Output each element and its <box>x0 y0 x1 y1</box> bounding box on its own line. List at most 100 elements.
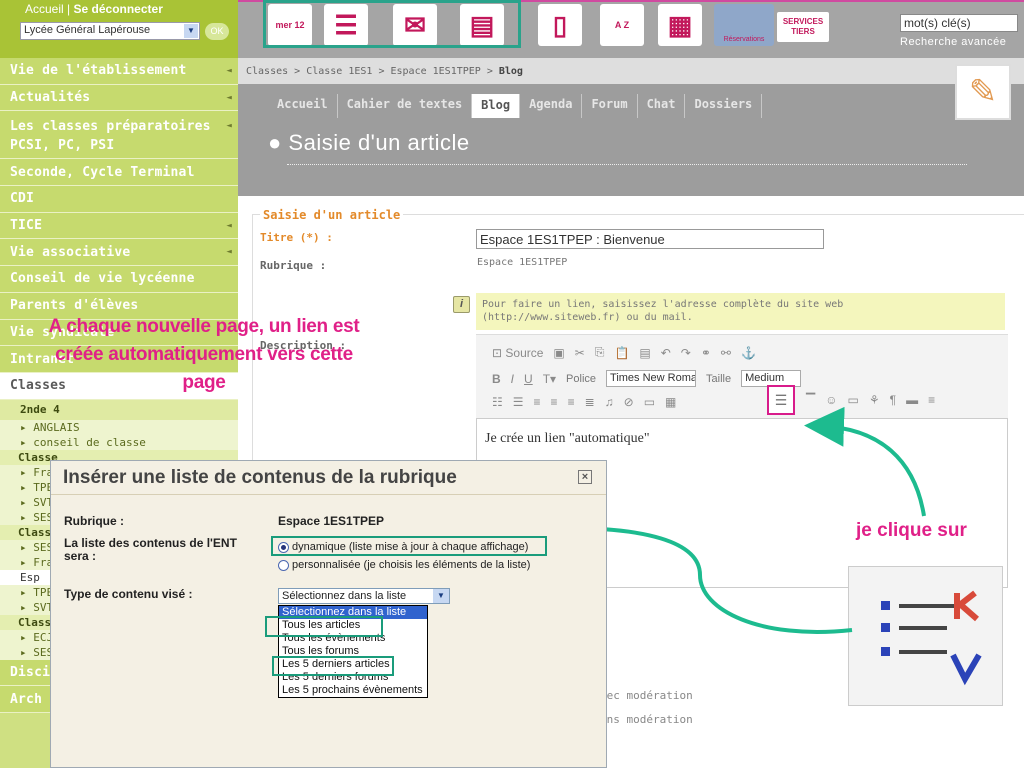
logout-link[interactable]: Se déconnecter <box>74 2 163 16</box>
content-list-icon-zoom <box>848 566 1003 706</box>
caret-left-icon: ◄ <box>226 65 232 76</box>
template-icon[interactable]: ▬ <box>906 393 918 407</box>
nav-item-actualites[interactable]: Actualités ◄ <box>0 84 238 112</box>
smiley-icon[interactable]: ☺ <box>825 393 837 407</box>
close-icon[interactable]: × <box>578 470 592 484</box>
source-label: Source <box>505 345 544 360</box>
services-tiers-button[interactable]: SERVICES TIERS <box>777 12 829 42</box>
align-center-icon[interactable]: ≡ <box>551 395 558 409</box>
nav-label: Actualités <box>10 90 91 106</box>
bullet-list-icon[interactable]: ☰ <box>513 395 524 409</box>
copy-icon[interactable]: ⎘ <box>595 345 605 360</box>
nav-item-cdi[interactable]: CDI <box>0 186 238 213</box>
cahier-icon[interactable]: ▦ <box>658 4 702 46</box>
accueil-link[interactable]: Accueil <box>25 2 64 16</box>
caret-left-icon: ◄ <box>226 92 232 103</box>
nav-item-seconde[interactable]: Seconde, Cycle Terminal <box>0 159 238 187</box>
nav-item-classes-preparatoires[interactable]: Les classes préparatoires PCSI, PC, PSI ◄ <box>0 111 238 160</box>
advanced-search-link[interactable]: Recherche avancée <box>900 36 1006 48</box>
toolbar-row-2: B I U T▾ Police Times New Roma Taille Me… <box>492 370 802 387</box>
paste-word-icon[interactable]: ▤ <box>639 346 650 360</box>
align-left-icon[interactable]: ≡ <box>534 395 541 409</box>
reservations-icon[interactable]: Réservations <box>714 4 774 46</box>
icon-highlight-frame <box>263 0 521 48</box>
flash-icon[interactable]: ⊘ <box>624 395 634 409</box>
dialog-liste-label: La liste des contenus de l'ENT sera : <box>64 536 237 563</box>
nav-item-vie-associative[interactable]: Vie associative ◄ <box>0 239 238 267</box>
horizontal-rule-icon[interactable]: ▔ <box>806 393 815 407</box>
ordered-list-icon[interactable]: ☷ <box>492 395 503 409</box>
bold-icon[interactable]: B <box>492 372 501 386</box>
tab-forum[interactable]: Forum <box>582 94 638 118</box>
paste-icon[interactable]: 📋 <box>614 346 629 360</box>
nav-label: Seconde, Cycle Terminal <box>10 164 195 180</box>
police-label: Police <box>566 372 597 385</box>
font-family-select[interactable]: Times New Roma <box>606 370 697 387</box>
sub-conseil[interactable]: ▸ conseil de classe <box>0 434 238 450</box>
school-select-value: Lycée Général Lapérouse <box>24 24 151 36</box>
moderation-option-text: ans modération <box>600 713 693 726</box>
nav-label: Disci <box>10 664 51 680</box>
link-icon[interactable]: ⚭ <box>701 346 711 360</box>
nav-item-vie-etablissement[interactable]: Vie de l'établissement ◄ <box>0 58 238 85</box>
moderation-option-text: vec modération <box>600 689 693 702</box>
special-char-icon[interactable]: ⚘ <box>869 393 880 407</box>
page-title-text: Saisie d'un article <box>288 130 470 155</box>
tab-blog[interactable]: Blog <box>472 94 521 118</box>
nav-label: Arch <box>10 691 43 707</box>
folder-glyph: ▯ <box>552 9 568 40</box>
titre-input[interactable] <box>476 229 824 249</box>
keyword-search-input[interactable] <box>900 14 1018 32</box>
sub-label: Esp <box>20 570 40 584</box>
dialog-rubrique-label: Rubrique : <box>64 514 124 528</box>
tab-cahier-de-textes[interactable]: Cahier de textes <box>338 94 473 118</box>
preview-icon[interactable]: ▣ <box>553 346 564 360</box>
alphabet-icon[interactable]: A Z <box>600 4 644 46</box>
gallery-icon[interactable]: ▦ <box>665 395 676 409</box>
tab-agenda[interactable]: Agenda <box>520 94 583 118</box>
unlink-icon[interactable]: ⚯ <box>721 346 731 360</box>
dialog-rubrique-value: Espace 1ES1TPEP <box>278 514 385 528</box>
ok-button[interactable]: OK <box>205 23 229 40</box>
folder-icon[interactable]: ▯ <box>538 4 582 46</box>
insert-content-list-button[interactable]: ☰ <box>767 385 795 415</box>
rubrique-value: Espace 1ES1TPEP <box>477 257 568 268</box>
caret-left-icon: ◄ <box>226 220 232 231</box>
radio-dot[interactable] <box>278 559 289 571</box>
content-list-icon-graphic <box>881 590 982 686</box>
radio-personnalisee[interactable]: personnalisée (je choisis les éléments d… <box>278 559 530 571</box>
cut-icon[interactable]: ✂ <box>575 346 585 360</box>
tab-dossiers[interactable]: Dossiers <box>685 94 763 118</box>
class-2nde4[interactable]: 2nde 4 <box>0 399 238 420</box>
source-button[interactable]: ⊡ Source <box>492 346 543 360</box>
option-next5-events[interactable]: Les 5 prochains évènements <box>279 684 427 697</box>
school-select[interactable]: Lycée Général Lapérouse ▼ <box>20 22 200 40</box>
justify-icon[interactable]: ≣ <box>585 395 595 409</box>
sub-label: ANGLAIS <box>33 420 80 434</box>
chevron-down-icon[interactable]: ▼ <box>433 589 449 603</box>
blocks-icon[interactable]: ≡ <box>928 393 935 407</box>
italic-icon[interactable]: I <box>511 372 514 386</box>
redo-icon[interactable]: ↷ <box>681 346 691 360</box>
edit-pencil-icon: ✎ <box>955 64 1011 120</box>
content-type-select[interactable]: Sélectionnez dans la liste ▼ <box>278 588 450 604</box>
bullet-icon: ● <box>268 130 289 155</box>
underline-icon[interactable]: U <box>524 372 533 386</box>
content-list-icon: ☰ <box>774 392 788 408</box>
breadcrumb-path[interactable]: Classes > Classe 1ES1 > Espace 1ES1TPEP … <box>246 66 499 77</box>
media-icon[interactable]: ♫ <box>605 395 614 409</box>
sub-anglais[interactable]: ▸ ANGLAIS <box>0 419 238 435</box>
undo-icon[interactable]: ↶ <box>661 346 671 360</box>
abbr-icon[interactable]: ¶ <box>890 393 896 407</box>
image-icon[interactable]: ▭ <box>644 395 655 409</box>
anchor-icon[interactable]: ⚓ <box>741 346 756 360</box>
pencil-glyph: ✎ <box>968 73 998 111</box>
tab-accueil[interactable]: Accueil <box>268 94 338 118</box>
nav-item-conseil-vie-lyceenne[interactable]: Conseil de vie lycéenne <box>0 266 238 293</box>
text-color-icon[interactable]: T▾ <box>543 372 556 386</box>
align-right-icon[interactable]: ≡ <box>568 395 575 409</box>
insert-list-dialog: Insérer une liste de contenus de la rubr… <box>50 460 607 768</box>
tab-chat[interactable]: Chat <box>638 94 686 118</box>
nav-item-tice[interactable]: TICE ◄ <box>0 212 238 240</box>
table-icon[interactable]: ▭ <box>848 393 859 407</box>
